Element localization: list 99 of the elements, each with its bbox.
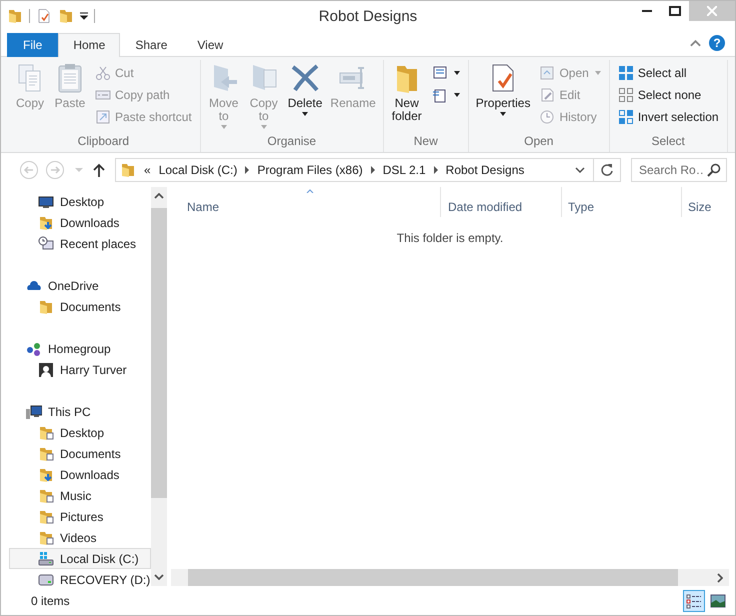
caret-icon [260,125,267,129]
ribbon-tab[interactable]: Home [58,33,120,57]
scroll-up-icon[interactable] [154,193,164,199]
nav-item[interactable]: Downloads [9,212,152,233]
drive-icon [38,572,54,588]
caret-icon [454,93,460,97]
download-folder-icon [38,214,54,230]
new-item-icon [432,65,448,81]
breadcrumb[interactable]: DSL 2.1 [382,163,426,177]
folder-icon [120,162,136,178]
nav-item[interactable]: Desktop [9,422,152,443]
nav-item[interactable]: This PC [9,401,152,422]
address-bar[interactable]: « Local Disk (C:) Program Files (x86) DSL 2.1 Robot Designs [115,158,621,182]
ribbon-button[interactable]: Invert selection [614,106,722,128]
column-header[interactable]: Date modified [441,187,562,217]
details-view-button[interactable] [683,590,705,612]
ribbon-button[interactable]: Select none [614,84,722,106]
search-icon [707,163,721,177]
ribbon-button[interactable]: Properties [472,60,534,118]
caret-icon [454,71,460,75]
network-icon [26,340,42,356]
nav-item[interactable]: Recent places [9,233,152,254]
grid-icon [618,109,634,125]
scrollbar[interactable] [151,187,168,586]
breadcrumb[interactable]: Program Files (x86) [257,163,363,177]
edit-icon [539,87,556,103]
caret-icon [500,112,506,116]
grid-outline-icon [618,87,634,103]
breadcrumb[interactable]: Robot Designs [446,163,524,177]
nav-item[interactable]: Homegroup [9,338,152,359]
ribbon-button[interactable]: Delete [284,60,326,118]
ribbon-tab[interactable]: View [182,33,238,57]
open-icon [539,65,556,81]
overflow-chevron[interactable]: « [144,163,151,177]
nav-item[interactable]: Music [9,485,152,506]
properties-icon[interactable] [36,8,52,24]
caret-icon [302,112,308,116]
ribbon-tab[interactable]: Share [120,33,182,57]
nav-item[interactable]: Documents [9,443,152,464]
maximize-icon [669,6,681,16]
column-header[interactable]: Name [171,187,441,217]
separator-arrow-icon[interactable] [434,166,438,174]
breadcrumb[interactable]: Local Disk (C:) [158,163,238,177]
scissors-icon [95,65,111,81]
separator-arrow-icon[interactable] [245,166,250,174]
document-icon [432,87,448,103]
minimize-icon [642,10,652,12]
nav-item[interactable]: OneDrive [9,275,152,296]
scroll-right-icon[interactable] [717,572,723,582]
ribbon-button[interactable]: Select all [614,62,722,84]
nav-item[interactable]: Videos [9,527,152,548]
folder-icon [38,446,54,462]
nav-item[interactable]: Pictures [9,506,152,527]
folder-icon [38,424,54,440]
column-header[interactable]: Size [682,187,729,217]
group-label: Select [650,134,686,150]
caret-icon [220,125,227,129]
monitor-icon [38,194,54,210]
search-field[interactable]: Search Ro… [631,158,727,182]
caret-icon [594,71,601,75]
clock-screen-icon [38,236,54,252]
item-count: 0 items [31,594,70,608]
empty-message: This folder is empty. [396,231,504,245]
nav-item[interactable]: Local Disk (C:) [9,548,152,569]
shortcut-icon [95,109,111,125]
nav-item[interactable]: Documents [9,296,152,317]
folder-icon [38,488,54,504]
user-icon [38,362,54,378]
cross-icon [289,62,322,94]
folder-icon [38,530,54,546]
chevron-down-icon[interactable] [575,167,585,173]
scrollbar-thumb[interactable] [151,208,168,498]
separator-arrow-icon[interactable] [370,166,375,174]
column-header[interactable]: Type [562,187,682,217]
folder-icon [38,298,54,314]
window-title: Robot Designs [318,8,418,24]
help-icon[interactable]: ? [709,35,725,51]
group-label: Organise [266,134,318,150]
group-label: Open [523,134,554,150]
grid-icon [618,65,634,81]
sort-caret-icon [306,189,314,193]
folder-icon [38,508,54,524]
ribbon-button[interactable]: New folder [386,60,427,125]
history-icon [539,109,556,125]
computer-icon [26,404,42,420]
collapse-ribbon-icon[interactable] [690,39,701,47]
close-icon [707,6,717,16]
download-folder-icon [38,466,54,482]
windows-drive-icon [38,550,54,566]
nav-item[interactable]: RECOVERY (D:) [9,569,152,590]
group-label: Clipboard [76,134,130,150]
up-arrow-icon[interactable] [93,163,105,177]
file-tab[interactable]: File [7,33,58,57]
dropdown-icon[interactable] [80,12,88,20]
scroll-down-icon[interactable] [154,574,164,580]
group-label: New [412,134,439,150]
nav-item[interactable]: Desktop [9,191,152,212]
nav-item[interactable]: Harry Turver [9,359,152,380]
nav-item[interactable]: Downloads [9,464,152,485]
